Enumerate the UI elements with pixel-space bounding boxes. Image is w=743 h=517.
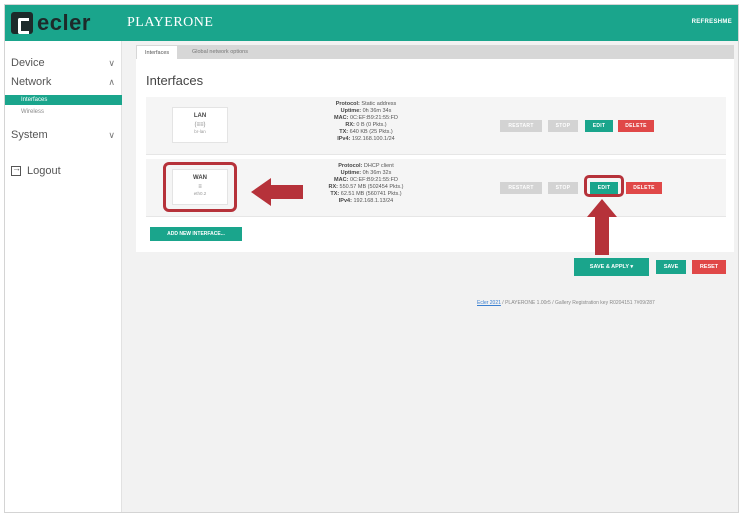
- interface-row-lan: LAN (≡≡) br-lan Protocol: Static address…: [146, 97, 726, 155]
- interface-status-info: Protocol: DHCP client Uptime: 0h 36m 32s…: [328, 163, 404, 204]
- annotation-arrow-left-icon: [251, 178, 303, 206]
- reset-button[interactable]: RESET: [692, 260, 726, 274]
- page-title: Interfaces: [146, 73, 204, 88]
- logout-label: Logout: [27, 165, 61, 177]
- logout-button[interactable]: Logout: [11, 163, 61, 177]
- save-apply-button[interactable]: SAVE & APPLY ▾: [574, 258, 649, 276]
- sidebar-item-label: System: [11, 129, 48, 141]
- refresh-link[interactable]: REFRESHME: [692, 19, 732, 25]
- restart-button[interactable]: RESTART: [500, 182, 542, 194]
- sidebar-item-label: Device: [11, 57, 45, 69]
- restart-button[interactable]: RESTART: [500, 120, 542, 132]
- network-port-icon: (≡≡): [194, 122, 206, 128]
- footer-text: / PLAYERONE 1.00r5 / Gallery Registratio…: [500, 300, 655, 306]
- footer-link[interactable]: Ecler 2021: [477, 300, 501, 306]
- footer-info: Ecler 2021 / PLAYERONE 1.00r5 / Gallery …: [477, 300, 655, 306]
- tab-bar: Interfaces Global network options: [136, 45, 734, 59]
- top-bar: ecler PLAYERONE REFRESHME: [5, 5, 738, 41]
- ecler-logo: ecler: [11, 11, 91, 35]
- ecler-logo-mark-icon: [11, 12, 33, 34]
- logo-text: ecler: [37, 10, 91, 35]
- interface-badge-lan: LAN (≡≡) br-lan: [172, 107, 228, 143]
- tab-global-network-options[interactable]: Global network options: [184, 45, 256, 59]
- interface-device: br-lan: [194, 129, 206, 134]
- sidebar: Device ∨ Network ∧ Interfaces Wireless S…: [5, 41, 122, 512]
- device-name: PLAYERONE: [127, 15, 214, 30]
- edit-button[interactable]: EDIT: [585, 120, 613, 132]
- app-window: ecler PLAYERONE REFRESHME Device ∨ Netwo…: [4, 4, 739, 513]
- sidebar-item-label: Network: [11, 76, 52, 88]
- sidebar-subitem-interfaces[interactable]: Interfaces: [5, 95, 122, 105]
- annotation-arrow-up-icon: [587, 199, 617, 255]
- chevron-down-icon: ∨: [108, 58, 115, 68]
- sidebar-item-system[interactable]: System ∨: [11, 127, 115, 143]
- annotation-highlight-box: [584, 175, 624, 197]
- sidebar-item-device[interactable]: Device ∨: [11, 55, 115, 71]
- save-button[interactable]: SAVE: [656, 260, 686, 274]
- logout-icon: [11, 163, 21, 176]
- tab-interfaces[interactable]: Interfaces: [136, 45, 179, 59]
- annotation-highlight-box: [163, 162, 237, 212]
- interface-row-wan: WAN ≡ eth0.2 Protocol: DHCP client Uptim…: [146, 159, 726, 217]
- add-new-interface-button[interactable]: ADD NEW INTERFACE...: [150, 227, 242, 241]
- sidebar-subitem-wireless[interactable]: Wireless: [5, 107, 122, 117]
- interfaces-panel: Interfaces LAN (≡≡) br-lan Protocol: Sta…: [136, 59, 734, 252]
- interface-status-info: Protocol: Static address Uptime: 0h 36m …: [334, 101, 398, 142]
- chevron-down-icon: ∨: [108, 130, 115, 140]
- stop-button[interactable]: STOP: [548, 182, 578, 194]
- stop-button[interactable]: STOP: [548, 120, 578, 132]
- delete-button[interactable]: DELETE: [626, 182, 662, 194]
- chevron-up-icon: ∧: [108, 77, 115, 87]
- sidebar-item-network[interactable]: Network ∧: [11, 74, 115, 90]
- interface-name: LAN: [193, 113, 207, 119]
- delete-button[interactable]: DELETE: [618, 120, 654, 132]
